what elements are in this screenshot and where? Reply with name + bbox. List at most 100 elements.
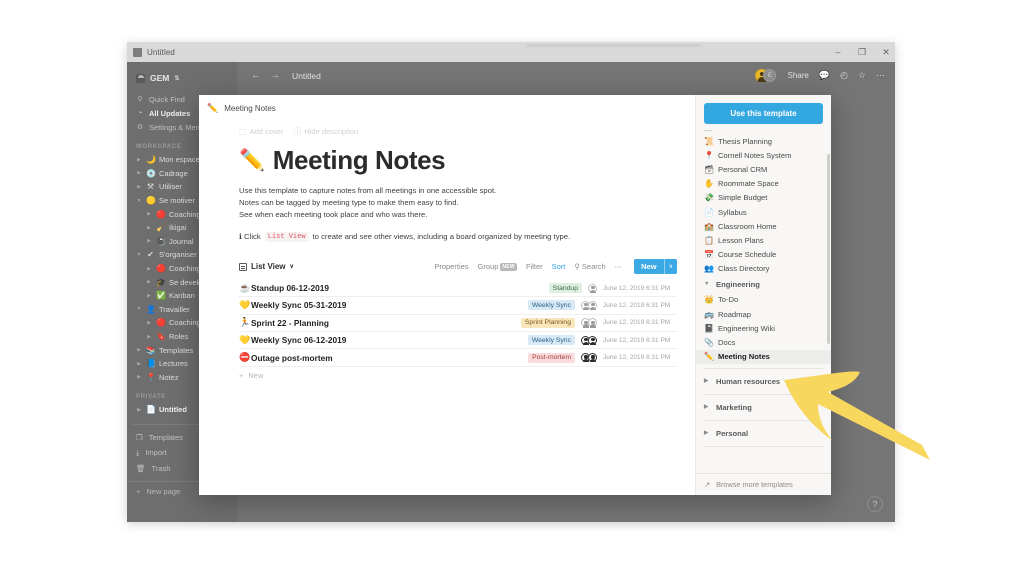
- add-new-row-button[interactable]: + New: [239, 367, 695, 380]
- disclosure-triangle-icon[interactable]: ▶: [136, 170, 142, 176]
- use-this-template-button[interactable]: Use this template: [704, 103, 823, 124]
- favorite-star-icon[interactable]: ☆: [858, 70, 866, 81]
- disclosure-triangle-icon[interactable]: ▶: [146, 238, 152, 244]
- history-icon[interactable]: ◴: [840, 70, 848, 81]
- template-item-lesson-plans[interactable]: 📋 Lesson Plans: [696, 233, 831, 247]
- row-title[interactable]: Weekly Sync 06-12-2019: [251, 335, 346, 345]
- disclosure-triangle-icon[interactable]: ▶: [146, 266, 152, 272]
- view-selector[interactable]: List View ∨: [239, 262, 294, 271]
- template-item-classroom-home[interactable]: 🏫 Classroom Home: [696, 219, 831, 233]
- template-item-roommate-space[interactable]: ✋ Roommate Space: [696, 177, 831, 191]
- view-tool-search[interactable]: ⚲ Search: [574, 262, 605, 271]
- page-emoji-icon: ⚒: [146, 182, 155, 192]
- template-scrollbar[interactable]: [827, 154, 830, 344]
- disclosure-triangle-icon[interactable]: ▶: [146, 293, 152, 299]
- disclosure-triangle-icon[interactable]: ▶: [136, 374, 142, 380]
- template-item-partial-label: [718, 127, 720, 134]
- close-button[interactable]: ✕: [881, 47, 891, 57]
- page-emoji-icon: 🎓: [156, 277, 166, 287]
- minimize-button[interactable]: –: [833, 47, 843, 57]
- disclosure-triangle-icon[interactable]: ▶: [146, 320, 152, 326]
- disclosure-triangle-icon[interactable]: ▶: [136, 184, 142, 190]
- window-titlebar: Untitled – ❐ ✕: [127, 42, 895, 62]
- comment-icon[interactable]: 💬: [819, 70, 830, 81]
- template-item-course-schedule[interactable]: 📅 Course Schedule: [696, 248, 831, 262]
- browse-more-templates-button[interactable]: ↗ Browse more templates: [696, 473, 831, 495]
- template-list-scroll[interactable]: — 📜 Thesis Planning 📍 Cornell Notes System 🗃…: [696, 124, 831, 473]
- table-row[interactable]: 🏃 Sprint 22 - Planning Sprint Planning June…: [239, 315, 677, 332]
- workspace-switcher[interactable]: GEM ⇅: [127, 66, 237, 92]
- disclosure-triangle-icon[interactable]: ▼: [136, 306, 142, 312]
- add-cover-button[interactable]: ⬚ Add cover: [239, 127, 283, 136]
- template-item-label: Thesis Planning: [718, 136, 773, 146]
- disclosure-triangle-icon[interactable]: ▶: [136, 157, 142, 163]
- database-rows: ☕ Standup 06-12-2019 Standup June 12, 2019 …: [239, 280, 677, 367]
- tree-item-label: Untitled: [159, 405, 187, 415]
- template-group-engineering[interactable]: ▼ Engineering: [696, 276, 831, 293]
- database-view-toolbar: List View ∨ Properties Group NEW Filter Sort…: [239, 258, 677, 276]
- table-row[interactable]: ☕ Standup 06-12-2019 Standup June 12, 2019 …: [239, 280, 677, 298]
- disclosure-triangle-icon[interactable]: ▶: [146, 334, 152, 340]
- row-title[interactable]: Sprint 22 - Planning: [251, 318, 329, 328]
- partial-icon: —: [704, 127, 713, 134]
- template-items-engineering: 👑 To-Do 🚌 Roadmap 📓 Engineering Wiki 📎 Docs ✏️ Me…: [696, 293, 831, 364]
- template-item-class-directory[interactable]: 👥 Class Directory: [696, 262, 831, 276]
- template-item-personal-crm[interactable]: 🗃 Personal CRM: [696, 162, 831, 176]
- template-item-roadmap[interactable]: 🚌 Roadmap: [696, 307, 831, 321]
- template-group-human-resources[interactable]: ▶ Human resources: [696, 373, 831, 390]
- template-item-label: Course Schedule: [718, 250, 777, 260]
- disclosure-triangle-icon[interactable]: ▶: [146, 279, 152, 285]
- template-item-docs[interactable]: 📎 Docs: [696, 335, 831, 349]
- disclosure-triangle-icon[interactable]: ▼: [136, 198, 142, 204]
- template-group-marketing[interactable]: ▶ Marketing: [696, 399, 831, 416]
- table-row[interactable]: ⛔ Outage post-mortem Post-mortem June 12, 2…: [239, 349, 677, 367]
- forward-button[interactable]: →: [270, 70, 280, 81]
- row-title[interactable]: Standup 06-12-2019: [251, 283, 329, 293]
- table-row[interactable]: 💛 Weekly Sync 06-12-2019 Weekly Sync June 1…: [239, 332, 677, 350]
- table-row[interactable]: 💛 Weekly Sync 05-31-2019 Weekly Sync June 1…: [239, 297, 677, 315]
- page-emoji-icon: 🧹: [156, 223, 166, 233]
- avatar-secondary[interactable]: E: [763, 69, 777, 82]
- row-title[interactable]: Outage post-mortem: [251, 353, 333, 363]
- hide-description-button[interactable]: ⓘ Hide description: [293, 126, 358, 137]
- view-tool-properties[interactable]: Properties: [434, 262, 468, 271]
- template-item-meeting-notes[interactable]: ✏️ Meeting Notes: [696, 349, 831, 364]
- page-emoji-icon: 🔴: [156, 209, 166, 219]
- page-emoji-icon: 🔴: [156, 264, 166, 274]
- tree-item-label: Se motiver: [159, 196, 195, 206]
- view-tool-group[interactable]: Group NEW: [478, 262, 517, 271]
- more-options-icon[interactable]: ⋯: [876, 70, 885, 81]
- template-item-simple-budget[interactable]: 💸 Simple Budget: [696, 191, 831, 205]
- view-tool-label: ⋯: [614, 262, 623, 272]
- template-group-personal[interactable]: ▶ Personal: [696, 425, 831, 442]
- new-record-button[interactable]: New ∨: [634, 259, 677, 275]
- help-button[interactable]: ?: [867, 496, 883, 512]
- back-button[interactable]: ←: [251, 70, 261, 81]
- disclosure-triangle-icon[interactable]: ▶: [146, 211, 152, 217]
- page-description: Use this template to capture notes from …: [239, 185, 695, 221]
- template-item-syllabus[interactable]: 📄 Syllabus: [696, 205, 831, 219]
- template-item-engineering-wiki[interactable]: 📓 Engineering Wiki: [696, 321, 831, 335]
- chevron-down-icon[interactable]: ∨: [665, 259, 677, 274]
- page-emoji-icon: ✔: [147, 250, 154, 260]
- page-emoji-icon: 🔖: [156, 332, 166, 342]
- template-item-cornell-notes-system[interactable]: 📍 Cornell Notes System: [696, 148, 831, 162]
- breadcrumb[interactable]: Untitled: [292, 71, 321, 81]
- view-tool-sort[interactable]: Sort: [552, 262, 566, 271]
- disclosure-triangle-icon[interactable]: ▶: [136, 361, 142, 367]
- settings-members-icon: ⚙: [136, 124, 144, 131]
- template-item-to-do[interactable]: 👑 To-Do: [696, 293, 831, 307]
- template-item-thesis-planning[interactable]: 📜 Thesis Planning: [696, 134, 831, 148]
- disclosure-triangle-icon[interactable]: ▶: [136, 347, 142, 353]
- titlebar-drag-handle[interactable]: [526, 44, 702, 47]
- view-tool-more-options[interactable]: ⋯: [615, 262, 623, 271]
- disclosure-triangle-icon[interactable]: ▼: [136, 252, 142, 258]
- add-new-row-label: New: [248, 370, 264, 380]
- maximize-button[interactable]: ❐: [857, 47, 867, 57]
- disclosure-triangle-icon[interactable]: ▶: [136, 407, 142, 413]
- view-tool-filter[interactable]: Filter: [526, 262, 543, 271]
- row-title[interactable]: Weekly Sync 05-31-2019: [251, 300, 346, 310]
- disclosure-triangle-icon[interactable]: ▶: [146, 225, 152, 231]
- template-item-partial[interactable]: —: [696, 127, 831, 134]
- share-button[interactable]: Share: [787, 71, 808, 80]
